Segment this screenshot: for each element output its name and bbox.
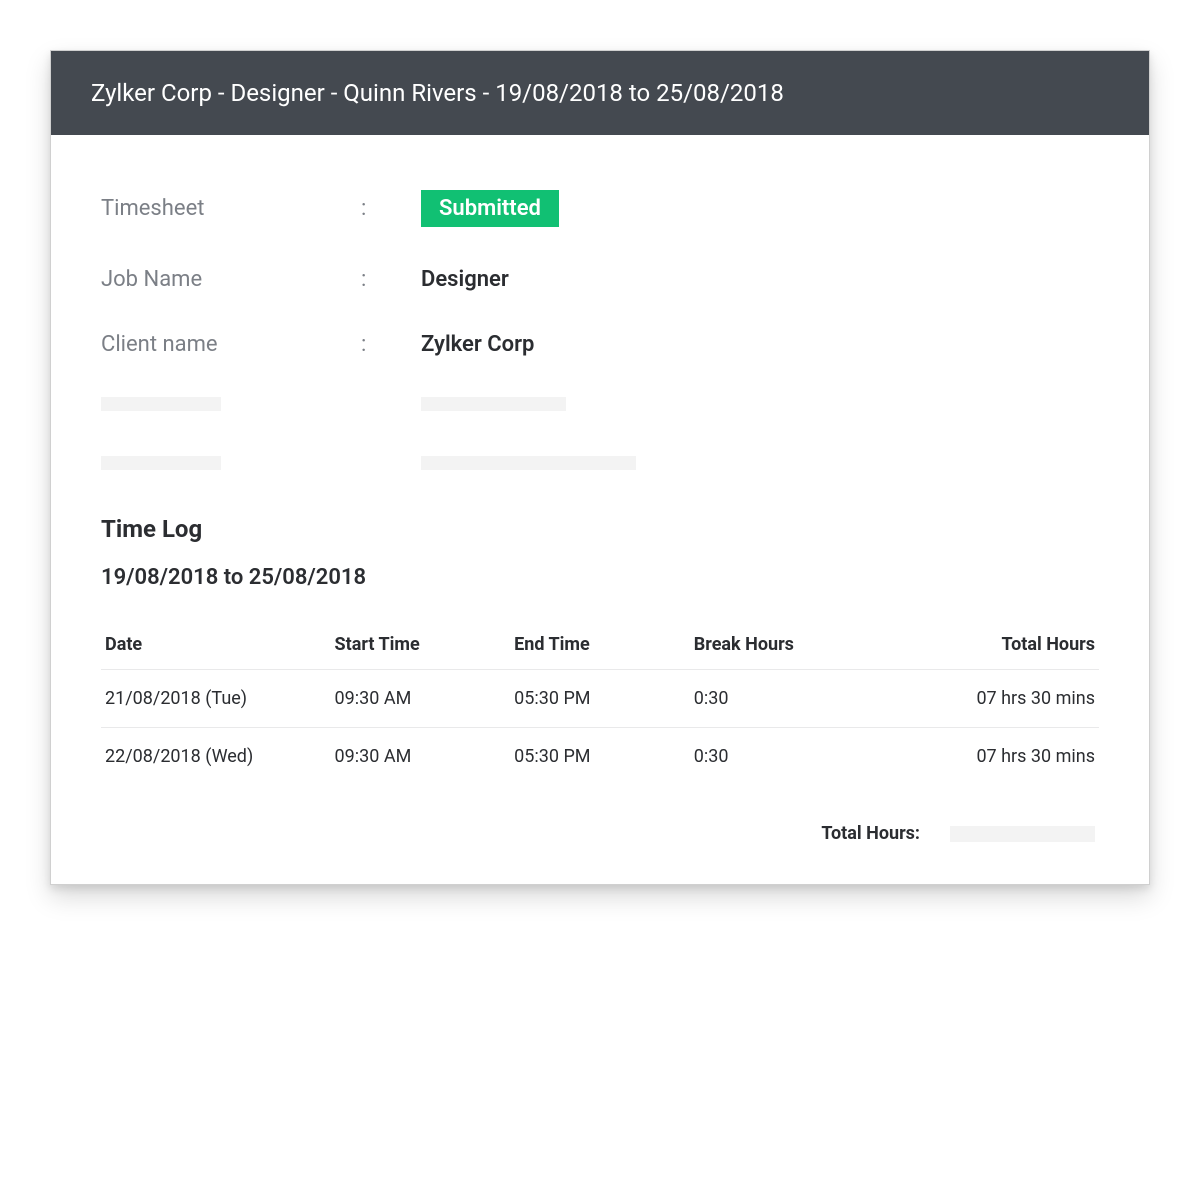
- total-hours-footer: Total Hours:: [101, 823, 1099, 844]
- page-title-bar: Zylker Corp - Designer - Quinn Rivers - …: [51, 51, 1149, 135]
- col-break: Break Hours: [690, 624, 870, 670]
- cell-break: 0:30: [690, 670, 870, 728]
- col-end: End Time: [510, 624, 690, 670]
- placeholder-bar: [101, 397, 221, 411]
- total-hours-label: Total Hours:: [821, 823, 920, 844]
- cell-end: 05:30 PM: [510, 670, 690, 728]
- info-row-timesheet: Timesheet : Submitted: [101, 190, 1099, 227]
- timesheet-card: Zylker Corp - Designer - Quinn Rivers - …: [50, 50, 1150, 885]
- cell-break: 0:30: [690, 728, 870, 786]
- placeholder-bar: [101, 456, 221, 470]
- job-name-value: Designer: [421, 267, 509, 292]
- client-name-value: Zylker Corp: [421, 332, 534, 357]
- placeholder-row-2: [101, 456, 1099, 470]
- placeholder-bar: [421, 397, 566, 411]
- total-hours-placeholder: [950, 826, 1095, 842]
- colon: :: [361, 332, 421, 357]
- table-row: 22/08/2018 (Wed) 09:30 AM 05:30 PM 0:30 …: [101, 728, 1099, 786]
- timesheet-label: Timesheet: [101, 196, 361, 221]
- timelog-title: Time Log: [101, 515, 1099, 543]
- cell-end: 05:30 PM: [510, 728, 690, 786]
- placeholder-bar: [421, 456, 636, 470]
- client-name-label: Client name: [101, 332, 361, 357]
- col-start: Start Time: [331, 624, 511, 670]
- status-badge-wrapper: Submitted: [421, 190, 559, 227]
- timelog-table: Date Start Time End Time Break Hours Tot…: [101, 624, 1099, 785]
- cell-total: 07 hrs 30 mins: [869, 670, 1099, 728]
- page-title: Zylker Corp - Designer - Quinn Rivers - …: [91, 79, 784, 107]
- table-header-row: Date Start Time End Time Break Hours Tot…: [101, 624, 1099, 670]
- cell-date: 22/08/2018 (Wed): [101, 728, 331, 786]
- info-row-client: Client name : Zylker Corp: [101, 332, 1099, 357]
- placeholder-row-1: [101, 397, 1099, 411]
- job-name-label: Job Name: [101, 267, 361, 292]
- col-date: Date: [101, 624, 331, 670]
- status-badge: Submitted: [421, 190, 559, 227]
- cell-start: 09:30 AM: [331, 670, 511, 728]
- card-body: Timesheet : Submitted Job Name : Designe…: [51, 135, 1149, 884]
- cell-start: 09:30 AM: [331, 728, 511, 786]
- timelog-range: 19/08/2018 to 25/08/2018: [101, 565, 1099, 590]
- colon: :: [361, 267, 421, 292]
- table-row: 21/08/2018 (Tue) 09:30 AM 05:30 PM 0:30 …: [101, 670, 1099, 728]
- colon: :: [361, 196, 421, 221]
- cell-date: 21/08/2018 (Tue): [101, 670, 331, 728]
- cell-total: 07 hrs 30 mins: [869, 728, 1099, 786]
- info-row-job: Job Name : Designer: [101, 267, 1099, 292]
- col-total: Total Hours: [869, 624, 1099, 670]
